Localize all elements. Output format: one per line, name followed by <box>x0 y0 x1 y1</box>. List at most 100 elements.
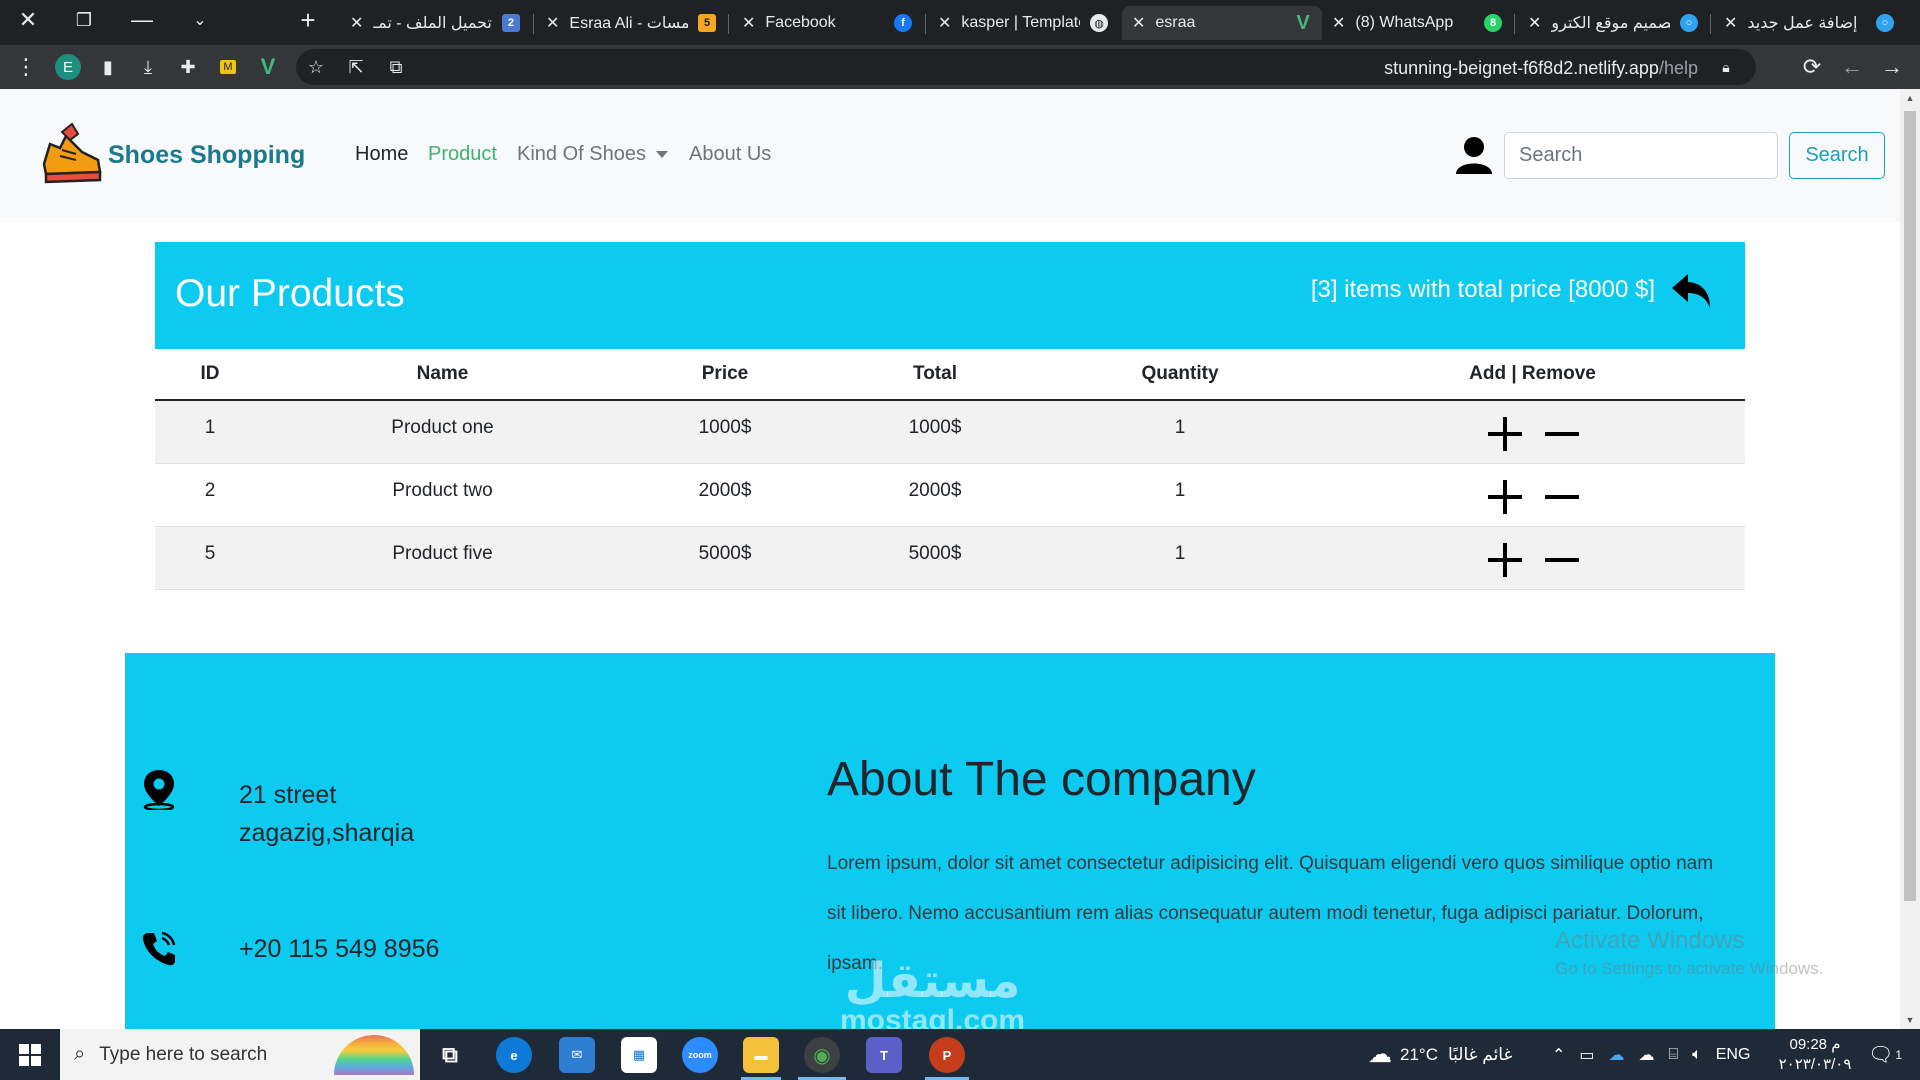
reload-icon[interactable]: ⟳ <box>1796 51 1828 83</box>
cell-quantity: 1 <box>1040 463 1320 527</box>
notifications-icon[interactable]: 🗨︎ 1 <box>1868 1029 1902 1080</box>
about-heading: About The company <box>827 753 1256 806</box>
forward-arrow-icon[interactable]: ← <box>1836 51 1868 83</box>
facebook-icon: f <box>894 14 912 32</box>
tab-close-icon[interactable]: ✕ <box>742 13 755 33</box>
remove-minus-icon[interactable] <box>1544 415 1580 453</box>
translate-icon[interactable]: ⧉ <box>380 51 412 83</box>
remove-minus-icon[interactable] <box>1544 541 1580 579</box>
brand-link[interactable]: Shoes Shopping <box>38 122 305 188</box>
taskbar-search-box[interactable]: ⌕ Type here to search <box>60 1029 420 1080</box>
scroll-up-icon[interactable]: ▲ <box>1900 89 1920 107</box>
cell-total: 1000$ <box>830 400 1040 464</box>
sidebar-icon[interactable]: ▮ <box>92 51 124 83</box>
onedrive-cloud-icon[interactable]: ☁ <box>1609 1045 1625 1065</box>
add-plus-icon[interactable] <box>1486 541 1524 579</box>
chrome-icon[interactable]: ◉ <box>804 1037 840 1073</box>
windows-start-icon[interactable] <box>0 1029 60 1080</box>
powerpoint-icon[interactable]: P <box>929 1037 965 1073</box>
speaker-icon[interactable]: 🔈︎ <box>1692 1046 1702 1064</box>
edge-icon[interactable]: e <box>496 1037 532 1073</box>
page-title: Our Products <box>175 272 405 315</box>
reply-back-icon[interactable] <box>1672 272 1712 310</box>
tab-khamsat[interactable]: ✕ Esraa Ali - خمسات 5 <box>536 6 726 40</box>
teams-icon[interactable]: T <box>866 1037 902 1073</box>
zoom-icon[interactable]: zoom <box>682 1037 718 1073</box>
tab-facebook[interactable]: ✕ Facebook f <box>732 6 922 40</box>
cell-name: Product five <box>265 526 620 590</box>
share-icon[interactable]: ⇱ <box>340 51 372 83</box>
windows-taskbar: ⌕ Type here to search ⧉ e ✉ ▦ zoom ▬ ◉ T… <box>0 1029 1920 1080</box>
tab-close-icon[interactable]: ✕ <box>546 13 559 33</box>
extensions-puzzle-icon[interactable]: ✚ <box>172 51 204 83</box>
tab-title: kasper | Template <box>961 14 1080 31</box>
search-button[interactable]: Search <box>1789 132 1885 179</box>
taskbar-clock[interactable]: 09:28 م ٢٠٢٣/٠٣/٠٩ <box>1775 1035 1855 1075</box>
caret-down-icon <box>655 151 668 159</box>
column-header-quantity: Quantity <box>1040 349 1320 401</box>
vertical-scrollbar[interactable]: ▲ ▼ <box>1900 89 1920 1029</box>
nav-product[interactable]: Product <box>428 143 497 166</box>
new-tab-plus-icon[interactable]: + <box>280 0 336 40</box>
whatsapp-icon: 8 <box>1484 14 1502 32</box>
cell-id: 5 <box>155 526 265 590</box>
tab-file-upload[interactable]: ✕ تحميل الملف - تمـ 2 <box>340 6 530 40</box>
url-text[interactable]: stunning-beignet-f6f8d2.netlify.app/help <box>1384 58 1698 79</box>
nav-about-us[interactable]: About Us <box>689 143 771 166</box>
language-indicator[interactable]: ENG <box>1716 1046 1751 1064</box>
weather-widget[interactable]: ☁ 21°C غائم غالبًا <box>1368 1029 1512 1080</box>
menu-dots-icon[interactable]: ⋮ <box>10 51 42 83</box>
add-plus-icon[interactable] <box>1486 415 1524 453</box>
web-page: Shoes Shopping Home Product Kind Of Shoe… <box>0 89 1900 1029</box>
tab-esraa-active[interactable]: ✕ esraa V <box>1122 6 1322 40</box>
tab-kasper[interactable]: ✕ kasper | Template ◍ <box>928 6 1118 40</box>
restore-window-icon[interactable]: ❐ <box>56 0 112 40</box>
tab-close-icon[interactable]: ✕ <box>938 13 951 33</box>
cloudy-weather-icon: ☁ <box>1368 1041 1392 1068</box>
products-table: ID Name Price Total Quantity Add | Remov… <box>155 349 1745 590</box>
cloud-icon[interactable]: ☁ <box>1639 1045 1655 1065</box>
search-input[interactable] <box>1504 132 1778 179</box>
remove-minus-icon[interactable] <box>1544 478 1580 516</box>
tab-close-icon[interactable]: ✕ <box>1724 13 1737 33</box>
tab-close-icon[interactable]: ✕ <box>1528 13 1541 33</box>
mail-icon[interactable]: ✉ <box>559 1037 595 1073</box>
add-plus-icon[interactable] <box>1486 478 1524 516</box>
tab-add-work[interactable]: ✕ إضافة عمل جديد ○ <box>1714 6 1904 40</box>
tab-close-icon[interactable]: ✕ <box>1332 13 1345 33</box>
tab-search-chevron-icon[interactable]: ⌄ <box>172 0 228 40</box>
network-icon[interactable]: ⌸ <box>1669 1046 1679 1064</box>
task-view-icon[interactable]: ⧉ <box>432 1037 468 1073</box>
file-explorer-icon[interactable]: ▬ <box>743 1037 779 1073</box>
store-icon[interactable]: ▦ <box>621 1037 657 1073</box>
mostaql-watermark-logo: مستقل mostaql.com <box>840 955 1026 1038</box>
tab-close-icon[interactable]: ✕ <box>1132 13 1145 33</box>
nav-kind-of-shoes-dropdown[interactable]: Kind Of Shoes <box>517 143 668 166</box>
cell-name: Product one <box>265 400 620 464</box>
cell-quantity: 1 <box>1040 400 1320 464</box>
cell-actions <box>1320 526 1745 590</box>
profile-avatar[interactable]: E <box>52 51 84 83</box>
tab-whatsapp[interactable]: ✕ (8) WhatsApp 8 <box>1322 6 1512 40</box>
tab-close-icon[interactable]: ✕ <box>350 13 363 33</box>
lock-icon[interactable]: 🔒︎ <box>1710 51 1742 83</box>
scroll-thumb[interactable] <box>1904 111 1916 901</box>
table-row: 1 Product one 1000$ 1000$ 1 <box>155 400 1745 464</box>
column-header-name: Name <box>265 349 620 401</box>
tab-title: esraa <box>1155 14 1196 31</box>
vue-devtools-icon[interactable]: V <box>252 51 284 83</box>
user-icon[interactable] <box>1456 136 1492 174</box>
minimize-window-icon[interactable]: — <box>114 0 170 40</box>
extension-icon[interactable]: M <box>212 51 244 83</box>
download-icon[interactable]: ⤓ <box>132 51 164 83</box>
address-bar[interactable]: ☆ ⇱ ⧉ stunning-beignet-f6f8d2.netlify.ap… <box>296 49 1756 85</box>
scroll-down-icon[interactable]: ▼ <box>1900 1011 1920 1029</box>
cell-actions <box>1320 463 1745 527</box>
chevron-up-icon[interactable]: ⌃ <box>1552 1045 1565 1065</box>
tab-site-design[interactable]: ✕ تصميم موقع الكترو ○ <box>1518 6 1708 40</box>
battery-icon[interactable]: ▭ <box>1579 1045 1594 1065</box>
nav-home[interactable]: Home <box>355 143 408 166</box>
close-window-icon[interactable]: ✕ <box>0 0 56 40</box>
bookmark-star-icon[interactable]: ☆ <box>300 51 332 83</box>
back-arrow-icon[interactable]: → <box>1876 51 1908 83</box>
